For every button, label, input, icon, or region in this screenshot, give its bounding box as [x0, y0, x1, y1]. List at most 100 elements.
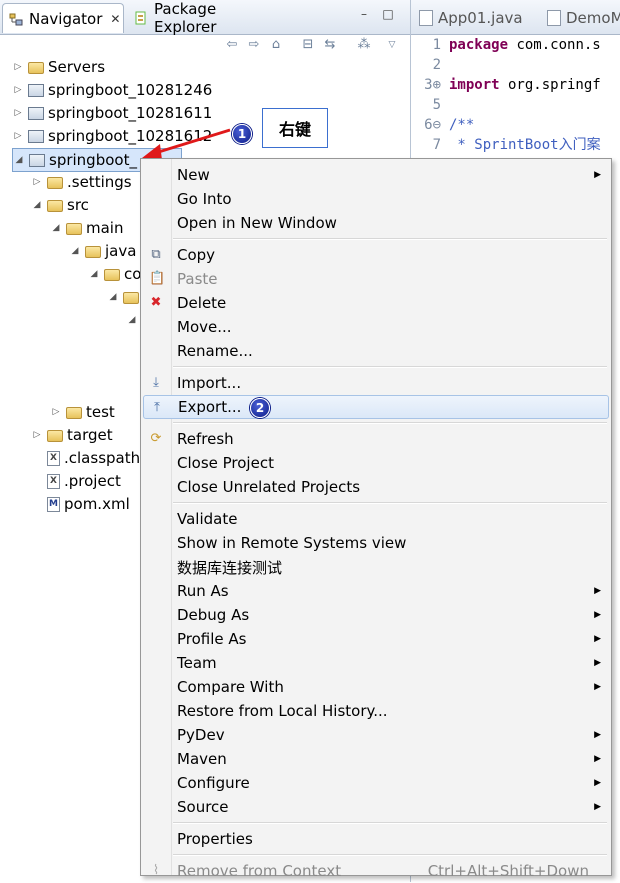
paste-icon: 📋 — [149, 271, 166, 286]
step-badge-1: 1 — [232, 124, 252, 144]
folder-icon — [85, 246, 101, 258]
menu-item-move[interactable]: Move... — [143, 315, 609, 339]
editor-tab-app01[interactable]: App01.java — [419, 6, 523, 30]
tree-item[interactable]: X .project — [31, 470, 121, 492]
menu-item-maven[interactable]: Maven ▶ — [143, 747, 609, 771]
code-keyword: import — [449, 77, 500, 93]
filters-icon[interactable]: ⁂ — [356, 38, 372, 52]
menu-separator — [173, 854, 607, 856]
editor-tab-label: App01.java — [438, 9, 523, 27]
menu-item-label: Show in Remote Systems view — [177, 534, 407, 552]
tree-item[interactable]: ◢ — [107, 286, 143, 308]
menu-item-show-in-remote-systems-view[interactable]: Show in Remote Systems view — [143, 531, 609, 555]
menu-item-team[interactable]: Team ▶ — [143, 651, 609, 675]
expanded-twisty-icon[interactable]: ◢ — [31, 200, 43, 210]
menu-item-label: Go Into — [177, 190, 232, 208]
menu-item-close-project[interactable]: Close Project — [143, 451, 609, 475]
submenu-arrow-icon: ▶ — [594, 754, 601, 764]
tree-item-label: springboot_ — [49, 151, 137, 169]
menu-item-properties[interactable]: Properties — [143, 827, 609, 851]
context-menu: New ▶ Go Into Open in New Window ⧉ Copy 📋 Paste… — [140, 158, 612, 880]
menu-item-label: Export... — [178, 398, 242, 416]
tree-item[interactable]: ◢ main — [50, 217, 124, 239]
menu-item-remove-from-context[interactable]: ⌇ Remove from Context Ctrl+Alt+Shift+Down — [143, 859, 609, 883]
menu-item-label: Close Project — [177, 454, 274, 472]
menu-item-label: New — [177, 166, 210, 184]
menu-item-run-as[interactable]: Run As ▶ — [143, 579, 609, 603]
expanded-twisty-icon[interactable]: ◢ — [126, 315, 138, 325]
menu-item-label: Copy — [177, 246, 216, 264]
menu-item-debug-as[interactable]: Debug As ▶ — [143, 603, 609, 627]
collapsed-twisty-icon[interactable]: ▷ — [31, 177, 43, 187]
menu-item-db-connection-test[interactable]: 数据库连接测试 — [143, 555, 609, 579]
menu-item-delete[interactable]: ✖ Delete — [143, 291, 609, 315]
tree-item[interactable]: ▷ test — [50, 401, 115, 423]
editor-tab-demo[interactable]: DemoM — [547, 6, 620, 30]
tree-item[interactable]: Mpom.xml — [31, 493, 130, 515]
editor-tab-label: DemoM — [566, 9, 620, 27]
tree-item[interactable]: ▷ springboot_10281246 — [12, 79, 213, 101]
submenu-arrow-icon: ▶ — [594, 586, 601, 596]
tree-item-label: .classpath — [64, 449, 141, 467]
navigator-tab-bar: Navigator ✕ Package Explorer – □ — [0, 0, 410, 36]
collapsed-twisty-icon[interactable]: ▷ — [12, 62, 24, 72]
tree-item[interactable]: ◢ co — [88, 263, 142, 285]
expanded-twisty-icon[interactable]: ◢ — [88, 269, 100, 279]
tab-navigator[interactable]: Navigator ✕ — [2, 3, 124, 33]
menu-item-export[interactable]: ⤒ Export... 2 — [143, 395, 609, 419]
view-menu-icon[interactable]: ▽ — [384, 38, 400, 52]
copy-icon: ⧉ — [151, 247, 161, 262]
submenu-arrow-icon: ▶ — [594, 730, 601, 740]
expanded-twisty-icon[interactable]: ◢ — [50, 223, 62, 233]
collapse-all-icon[interactable]: ⊟ — [300, 38, 316, 52]
menu-item-pydev[interactable]: PyDev ▶ — [143, 723, 609, 747]
tree-item-label: test — [86, 403, 115, 421]
menu-item-refresh[interactable]: ⟳ Refresh — [143, 427, 609, 451]
menu-item-profile-as[interactable]: Profile As ▶ — [143, 627, 609, 651]
tree-item[interactable]: ◢ java — [69, 240, 137, 262]
collapsed-twisty-icon[interactable]: ▷ — [50, 407, 62, 417]
menu-item-restore-from-local-history[interactable]: Restore from Local History... — [143, 699, 609, 723]
close-icon[interactable]: ✕ — [110, 12, 120, 26]
menu-item-copy[interactable]: ⧉ Copy — [143, 243, 609, 267]
folder-icon — [66, 407, 82, 419]
menu-item-validate[interactable]: Validate — [143, 507, 609, 531]
menu-item-compare-with[interactable]: Compare With ▶ — [143, 675, 609, 699]
tab-package-explorer[interactable]: Package Explorer — [128, 0, 288, 36]
expanded-twisty-icon[interactable]: ◢ — [13, 155, 25, 165]
menu-item-close-unrelated-projects[interactable]: Close Unrelated Projects — [143, 475, 609, 499]
menu-item-source[interactable]: Source ▶ — [143, 795, 609, 819]
menu-item-import[interactable]: ⤓ Import... — [143, 371, 609, 395]
menu-item-go-into[interactable]: Go Into — [143, 187, 609, 211]
folder-icon — [123, 292, 139, 304]
collapsed-twisty-icon[interactable]: ▷ — [12, 131, 24, 141]
menu-item-open-in-new-window[interactable]: Open in New Window — [143, 211, 609, 235]
tree-item[interactable]: ▷ target — [31, 424, 113, 446]
tree-item[interactable]: ◢ src — [31, 194, 89, 216]
forward-icon[interactable]: ⇨ — [246, 38, 262, 52]
submenu-arrow-icon: ▶ — [594, 778, 601, 788]
menu-item-paste[interactable]: 📋 Paste — [143, 267, 609, 291]
collapsed-twisty-icon[interactable]: ▷ — [31, 430, 43, 440]
tree-item[interactable]: ▷ Servers — [12, 56, 105, 78]
menu-item-new[interactable]: New ▶ — [143, 163, 609, 187]
expanded-twisty-icon[interactable]: ◢ — [107, 292, 119, 302]
back-icon[interactable]: ⇦ — [224, 38, 240, 52]
link-editor-icon[interactable]: ⇆ — [322, 38, 338, 52]
submenu-arrow-icon: ▶ — [594, 170, 601, 180]
maximize-button[interactable]: □ — [382, 8, 394, 20]
code-line: 3⊕ import org.springf — [411, 75, 620, 95]
menu-item-configure[interactable]: Configure ▶ — [143, 771, 609, 795]
folder-icon — [47, 177, 63, 189]
tree-item[interactable]: X .classpath — [31, 447, 140, 469]
collapsed-twisty-icon[interactable]: ▷ — [12, 85, 24, 95]
menu-item-rename[interactable]: Rename... — [143, 339, 609, 363]
collapsed-twisty-icon[interactable]: ▷ — [12, 108, 24, 118]
home-icon[interactable]: ⌂ — [268, 38, 284, 52]
minimize-button[interactable]: – — [358, 8, 370, 20]
submenu-arrow-icon: ▶ — [594, 658, 601, 668]
tree-item[interactable]: ▷ .settings — [31, 171, 132, 193]
menu-item-label: Restore from Local History... — [177, 702, 388, 720]
expanded-twisty-icon[interactable]: ◢ — [69, 246, 81, 256]
menu-separator — [173, 366, 607, 368]
